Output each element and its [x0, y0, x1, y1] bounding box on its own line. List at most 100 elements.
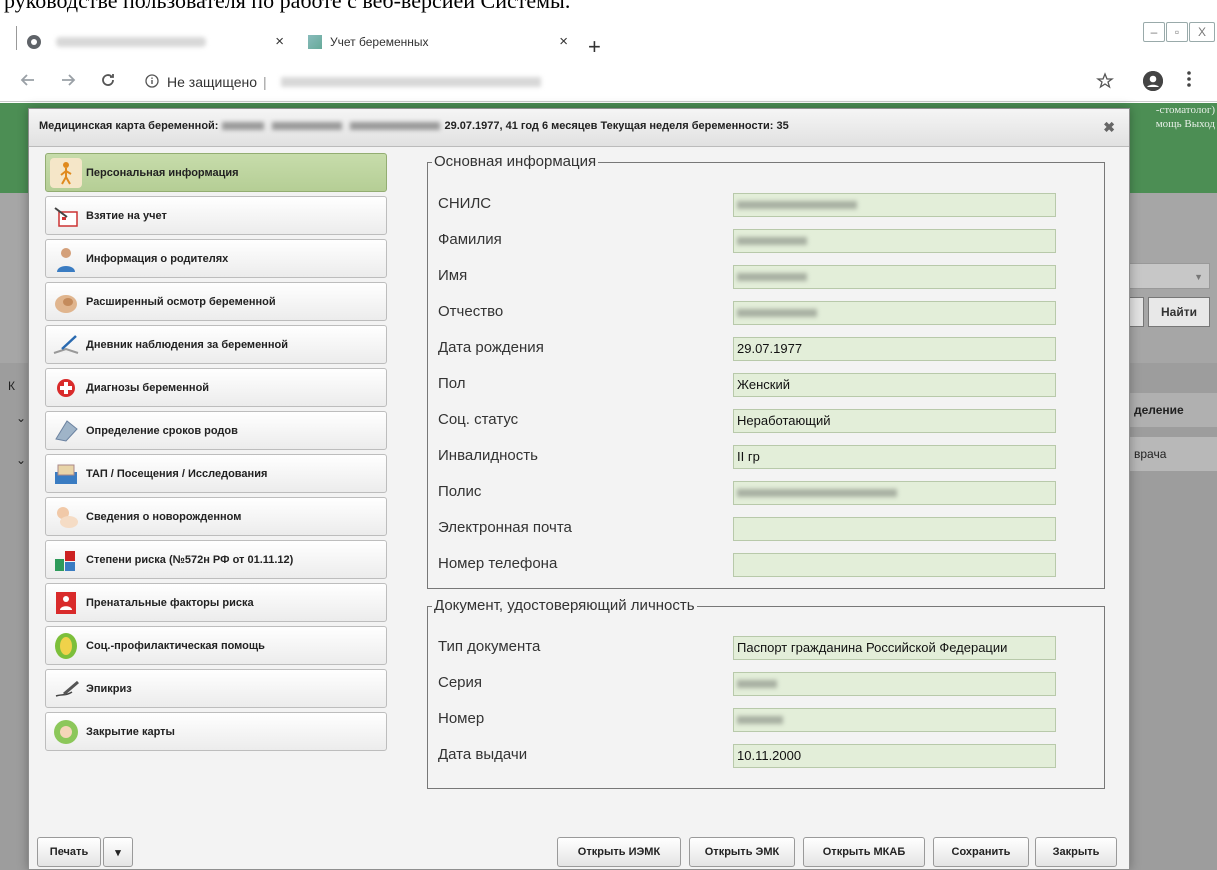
nav-item-registration[interactable]: Взятие на учет [45, 196, 387, 235]
disability-label: Инвалидность [438, 447, 538, 464]
redacted-value [737, 201, 857, 209]
menu-kebab-icon[interactable] [1186, 70, 1192, 93]
info-icon [145, 73, 159, 91]
background-find-button: Найти [1148, 297, 1210, 327]
nav-item-social-prophylactic[interactable]: Соц.-профилактическая помощь [45, 626, 387, 665]
nav-item-label: Взятие на учет [86, 209, 167, 222]
phone-field[interactable] [733, 553, 1056, 577]
social-status-label: Соц. статус [438, 411, 519, 428]
email-field[interactable] [733, 517, 1056, 541]
nav-item-label: Диагнозы беременной [86, 381, 210, 394]
birthdate-label: Дата рождения [438, 339, 544, 356]
dialog-title-suffix: 29.07.1977, 41 год 6 месяцев Текущая нед… [444, 120, 789, 132]
leaf-shield-icon [50, 631, 82, 661]
tab-close-icon[interactable]: × [559, 33, 568, 50]
field-row-lastname: Фамилия [438, 229, 1098, 253]
browser-address-bar: Не защищено | [0, 62, 1217, 102]
nav-item-personal-info[interactable]: Персональная информация [45, 153, 387, 192]
number-field[interactable] [733, 708, 1056, 732]
browser-tab-bar: × Учет беременных × + – ▫ X [0, 18, 1217, 62]
issue-date-field[interactable]: 10.11.2000 [733, 744, 1056, 768]
pen-signature-icon [50, 674, 82, 704]
redacted-value [737, 273, 807, 281]
risk-chart-icon [50, 545, 82, 575]
section-navigation: Персональная информация Взятие на учет И… [45, 153, 387, 755]
window-close-button[interactable]: X [1189, 22, 1215, 42]
nav-item-prenatal-risk[interactable]: Пренатальные факторы риска [45, 583, 387, 622]
lastname-field[interactable] [733, 229, 1056, 253]
nav-item-visits[interactable]: ТАП / Посещения / Исследования [45, 454, 387, 493]
firstname-field[interactable] [733, 265, 1056, 289]
disability-field[interactable]: II гр [733, 445, 1056, 469]
url-field[interactable]: Не защищено | [145, 71, 541, 93]
doc-type-label: Тип документа [438, 638, 541, 655]
nav-item-close-card[interactable]: Закрытие карты [45, 712, 387, 751]
print-dropdown-button[interactable]: ▾ [103, 837, 133, 867]
background-header-links: -стоматолог) мощь Выход [1156, 103, 1215, 131]
social-status-field[interactable]: Неработающий [733, 409, 1056, 433]
nav-item-risk-degrees[interactable]: Степени риска (№572н РФ от 01.11.12) [45, 540, 387, 579]
window-maximize-button[interactable]: ▫ [1166, 22, 1188, 42]
field-row-firstname: Имя [438, 265, 1098, 289]
bookmark-star-icon[interactable] [1096, 72, 1114, 95]
snils-field[interactable] [733, 193, 1056, 217]
reload-icon[interactable] [100, 72, 116, 93]
nav-item-label: ТАП / Посещения / Исследования [86, 467, 268, 480]
field-row-series: Серия [438, 672, 1098, 696]
card-file-icon [50, 459, 82, 489]
tab-separator [16, 26, 17, 50]
address-separator: | [263, 74, 267, 90]
policy-field[interactable] [733, 481, 1056, 505]
window-minimize-button[interactable]: – [1143, 22, 1165, 42]
redacted-value [737, 489, 897, 497]
print-button[interactable]: Печать [37, 837, 101, 867]
nav-item-due-date[interactable]: Определение сроков родов [45, 411, 387, 450]
field-row-number: Номер [438, 708, 1098, 732]
nav-item-label: Сведения о новорожденном [86, 510, 242, 523]
open-mkab-button[interactable]: Открыть МКАБ [803, 837, 925, 867]
doc-type-field[interactable]: Паспорт гражданина Российской Федерации [733, 636, 1056, 660]
field-row-birthdate: Дата рождения 29.07.1977 [438, 337, 1098, 361]
main-info-section: Основная информация СНИЛС Фамилия Имя От… [427, 153, 1105, 589]
browser-tab-1[interactable]: × [26, 24, 294, 60]
tab-close-icon[interactable]: × [275, 33, 284, 50]
nav-item-label: Дневник наблюдения за беременной [86, 338, 288, 351]
pregnant-belly-icon [50, 287, 82, 317]
baby-flower-icon [50, 717, 82, 747]
dialog-title: Медицинская карта беременной: 29.07.1977… [39, 120, 789, 132]
nav-item-diary[interactable]: Дневник наблюдения за беременной [45, 325, 387, 364]
patronymic-field[interactable] [733, 301, 1056, 325]
new-tab-button[interactable]: + [588, 34, 601, 60]
open-emk-button[interactable]: Открыть ЭМК [689, 837, 795, 867]
sex-field[interactable]: Женский [733, 373, 1056, 397]
background-table-header: деление [1128, 393, 1217, 427]
save-button[interactable]: Сохранить [933, 837, 1029, 867]
globe-icon [26, 34, 42, 50]
phone-label: Номер телефона [438, 555, 558, 572]
nav-item-newborn[interactable]: Сведения о новорожденном [45, 497, 387, 536]
chevron-down-icon: ⌄ [16, 411, 27, 425]
url-redacted [280, 77, 541, 87]
open-iemk-button[interactable]: Открыть ИЭМК [557, 837, 681, 867]
redacted-name [272, 122, 343, 130]
prenatal-risk-icon [50, 588, 82, 618]
background-table-cell: врача [1128, 437, 1217, 471]
nav-item-label: Персональная информация [86, 166, 239, 179]
forward-arrow-icon[interactable] [60, 72, 76, 93]
redacted-value [737, 716, 783, 724]
birthdate-field[interactable]: 29.07.1977 [733, 337, 1056, 361]
back-arrow-icon[interactable] [20, 72, 36, 93]
close-button[interactable]: Закрыть [1035, 837, 1117, 867]
newborn-icon [50, 502, 82, 532]
nav-item-extended-exam[interactable]: Расширенный осмотр беременной [45, 282, 387, 321]
series-field[interactable] [733, 672, 1056, 696]
dialog-close-icon[interactable]: ✖ [1103, 119, 1115, 136]
field-row-patronymic: Отчество [438, 301, 1098, 325]
browser-tab-2[interactable]: Учет беременных × [300, 24, 578, 60]
nav-item-parents-info[interactable]: Информация о родителях [45, 239, 387, 278]
nav-item-epicrisis[interactable]: Эпикриз [45, 669, 387, 708]
profile-avatar-icon[interactable] [1143, 71, 1163, 91]
nav-item-diagnoses[interactable]: Диагнозы беременной [45, 368, 387, 407]
field-row-email: Электронная почта [438, 517, 1098, 541]
field-row-policy: Полис [438, 481, 1098, 505]
